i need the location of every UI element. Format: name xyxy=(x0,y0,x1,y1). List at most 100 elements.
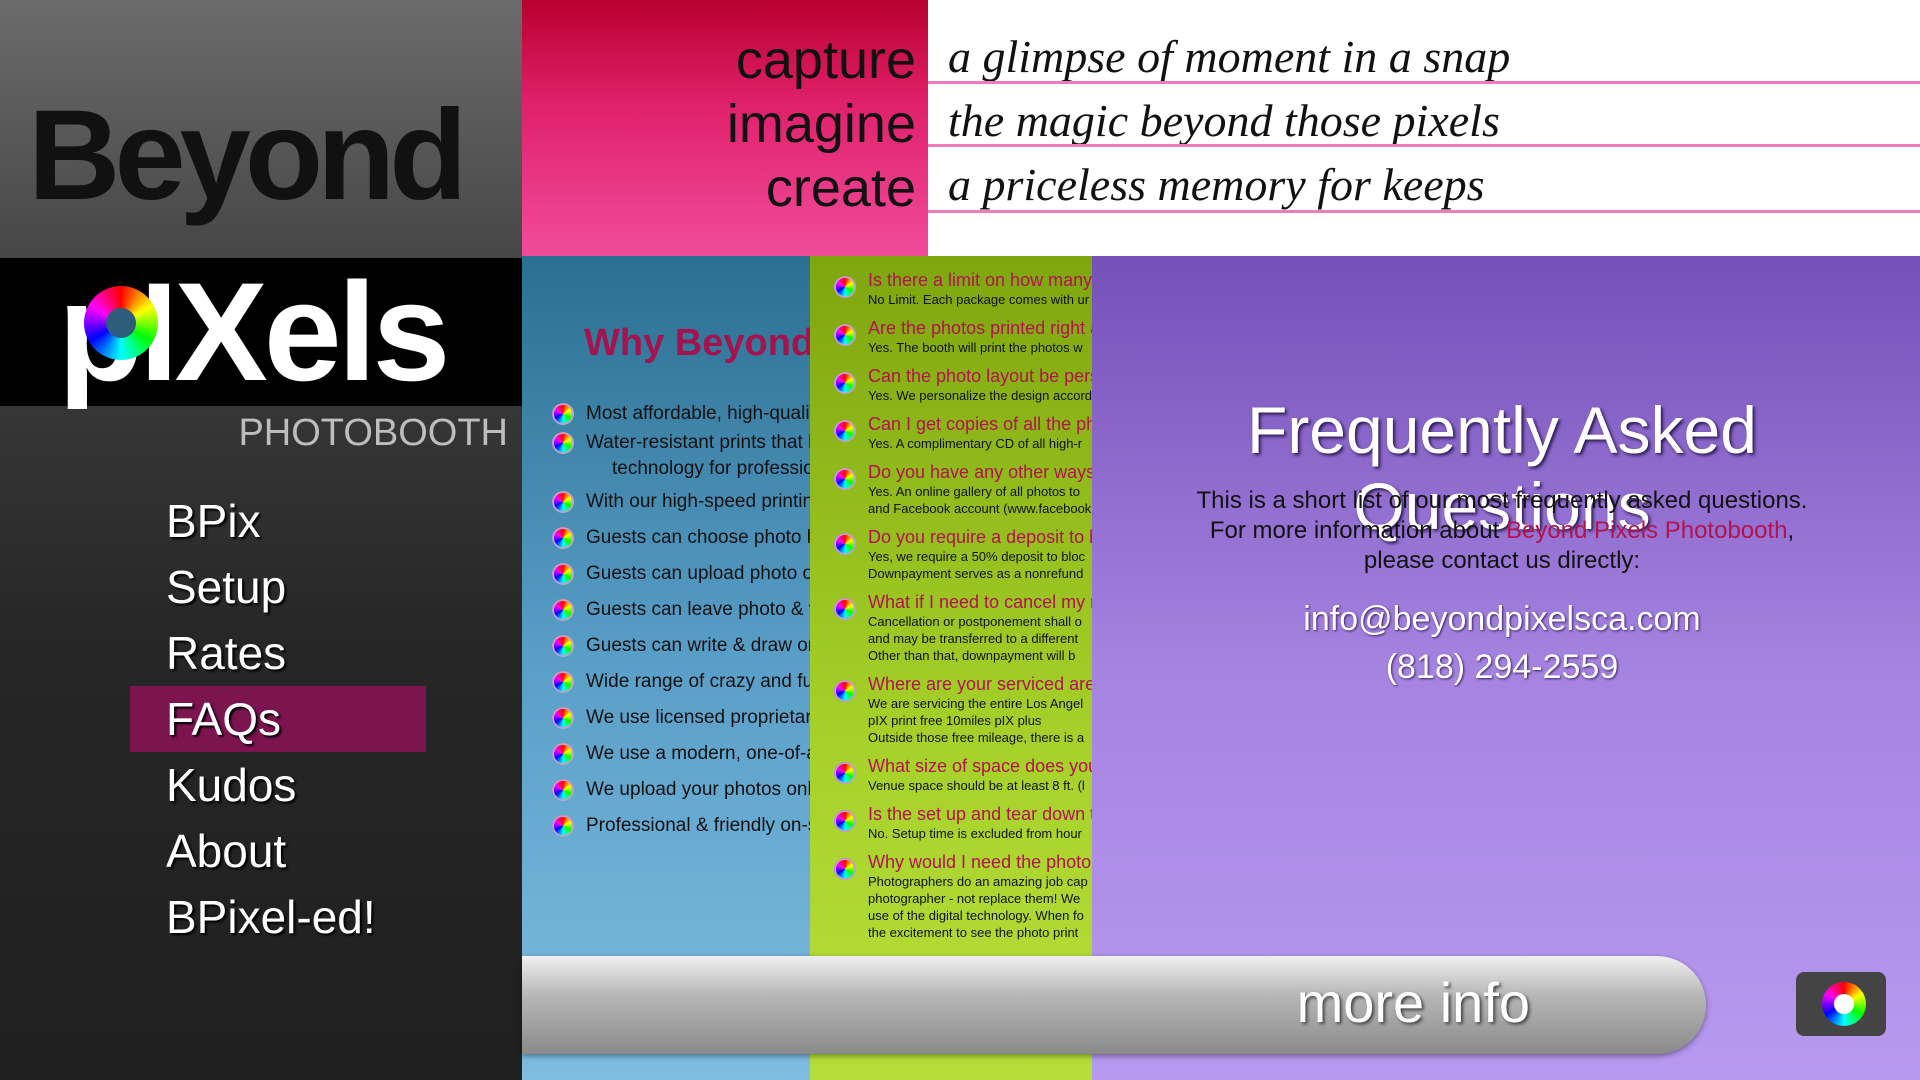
main-nav: BPix Setup Rates FAQs Kudos About BPixel… xyxy=(130,488,426,950)
list-item: Guests can choose photo lay xyxy=(552,520,810,556)
why-title: Why Beyond Pix xyxy=(584,322,810,364)
color-wheel-icon xyxy=(834,762,856,784)
list-item: Guests can upload photo or xyxy=(552,556,810,592)
faq-answer-line: Yes. We personalize the design accord xyxy=(868,388,1092,403)
header-word: imagine xyxy=(726,94,916,154)
list-item: With our high-speed printing xyxy=(552,484,810,520)
color-wheel-icon xyxy=(552,491,574,513)
header-tagline: a priceless memory for keeps xyxy=(948,159,1485,210)
list-item: Water-resistant prints that l xyxy=(552,432,810,454)
nav-item-bpixel-ed[interactable]: BPixel-ed! xyxy=(130,884,426,950)
contact-email[interactable]: info@beyondpixelsca.com xyxy=(1092,600,1912,639)
faq-list-item[interactable]: Is the set up and tear down ti No. Setup … xyxy=(834,804,1092,842)
color-wheel-icon xyxy=(834,680,856,702)
faq-answer-line: Other than that, downpayment will b xyxy=(868,648,1076,663)
color-wheel-icon xyxy=(552,599,574,621)
list-item: Most affordable, high-quality xyxy=(552,396,810,432)
header-tagline: a glimpse of moment in a snap xyxy=(948,31,1511,82)
header-words: capture imagine create xyxy=(727,28,916,220)
faq-question: Is the set up and tear down ti xyxy=(868,804,1092,824)
color-wheel-icon xyxy=(834,324,856,346)
color-wheel-icon xyxy=(84,286,158,360)
faq-question: Where are your serviced area xyxy=(868,674,1092,694)
faq-answer-line: Yes. A complimentary CD of all high-r xyxy=(868,436,1083,451)
nav-item-faqs[interactable]: FAQs xyxy=(130,686,426,752)
faq-answer-line: Yes, we require a 50% deposit to bloc xyxy=(868,549,1086,564)
list-item: Professional & friendly on-s xyxy=(552,808,810,844)
list-item: We use a modern, one-of-a-k xyxy=(552,736,810,772)
faq-answer-line: Outside those free mileage, there is a xyxy=(868,730,1085,745)
faq-answer-line: the excitement to see the photo print xyxy=(868,925,1079,940)
nav-item-rates[interactable]: Rates xyxy=(130,620,426,686)
faq-list-item[interactable]: Where are your serviced area We are servi… xyxy=(834,674,1092,746)
faq-question: What if I need to cancel my re xyxy=(868,592,1092,612)
nav-item-kudos[interactable]: Kudos xyxy=(130,752,426,818)
faq-question: Why would I need the photo b xyxy=(868,852,1092,872)
faq-list-item[interactable]: Do you require a deposit to bo Yes, we re… xyxy=(834,527,1092,582)
faq-list-item[interactable]: Are the photos printed right a Yes. The b… xyxy=(834,318,1092,356)
faq-answer-line: Cancellation or postponement shall o xyxy=(868,614,1082,629)
sidebar: Beyond pIXels PHOTOBOOTH BPix Setup Rate… xyxy=(0,0,522,1080)
faq-description-line: please contact us directly: xyxy=(1363,547,1641,574)
color-wheel-icon xyxy=(552,743,574,765)
faq-list-item[interactable]: Can I get copies of all the pho Yes. A co… xyxy=(834,414,1092,452)
list-item: Wide range of crazy and fun xyxy=(552,664,810,700)
nav-item-about[interactable]: About xyxy=(130,818,426,884)
color-wheel-icon xyxy=(552,815,574,837)
list-item: Guests can leave photo & vi xyxy=(552,592,810,628)
list-item: Guests can write & draw on xyxy=(552,628,810,664)
color-wheel-icon xyxy=(834,598,856,620)
camera-icon[interactable] xyxy=(1796,972,1886,1036)
faq-list-item[interactable]: What if I need to cancel my re Cancellati… xyxy=(834,592,1092,664)
faq-question: Do you require a deposit to bo xyxy=(868,527,1092,547)
faq-description-line: For more information about Beyond Pixels… xyxy=(1209,517,1795,544)
tagline-rule xyxy=(928,210,1920,213)
header-tagline: the magic beyond those pixels xyxy=(948,95,1500,146)
nav-item-setup[interactable]: Setup xyxy=(130,554,426,620)
color-wheel-icon xyxy=(552,707,574,729)
color-wheel-icon xyxy=(552,403,574,425)
faq-answer-line: We are servicing the entire Los Angel xyxy=(868,696,1084,711)
color-wheel-icon xyxy=(552,432,574,454)
nav-item-bpix[interactable]: BPix xyxy=(130,488,426,554)
header-word: capture xyxy=(735,30,916,90)
faq-answer-line: Venue space should be at least 8 ft. (l xyxy=(868,778,1085,793)
color-wheel-icon xyxy=(834,468,856,490)
faq-answer-line: No Limit. Each package comes with ur xyxy=(868,292,1090,307)
color-wheel-icon xyxy=(834,810,856,832)
color-wheel-icon xyxy=(552,671,574,693)
faq-list-item[interactable]: What size of space does your Venue space … xyxy=(834,756,1092,794)
logo-photobooth: PHOTOBOOTH xyxy=(238,412,508,454)
list-item: We use licensed proprietary xyxy=(552,700,810,736)
faq-question: Is there a limit on how many xyxy=(868,270,1092,290)
faq-answer-line: No. Setup time is excluded from hour xyxy=(868,826,1082,841)
faq-answer-line: Yes. The booth will print the photos w xyxy=(868,340,1083,355)
faq-answer-line: use of the digital technology. When fo xyxy=(868,908,1084,923)
more-info-label: more info xyxy=(1296,971,1530,1034)
camera-lens xyxy=(1822,982,1866,1026)
color-wheel-icon xyxy=(834,858,856,880)
faq-list-item[interactable]: Is there a limit on how many No Limit. Ea… xyxy=(834,270,1092,308)
faq-answer-line: Yes. An online gallery of all photos to xyxy=(868,484,1080,499)
faq-answer-line: Downpayment serves as a nonrefund xyxy=(868,566,1084,581)
list-item: We upload your photos onlin xyxy=(552,772,810,808)
faq-description: This is a short list of our most frequen… xyxy=(1092,486,1912,576)
why-list: Most affordable, high-quality Water-resi… xyxy=(552,396,810,844)
faq-list-item[interactable]: Do you have any other ways t Yes. An onli… xyxy=(834,462,1092,517)
tagline-rule xyxy=(928,144,1920,147)
faq-list-item[interactable]: Can the photo layout be perso Yes. We per… xyxy=(834,366,1092,404)
more-info-button[interactable]: more info xyxy=(522,956,1706,1054)
header-word: create xyxy=(765,158,916,218)
color-wheel-icon xyxy=(834,533,856,555)
contact-phone[interactable]: (818) 294-2559 xyxy=(1092,648,1912,687)
faq-question: Can the photo layout be perso xyxy=(868,366,1092,386)
brand-link[interactable]: Beyond Pixels Photobooth xyxy=(1506,517,1788,544)
faq-description-line: This is a short list of our most frequen… xyxy=(1196,487,1808,514)
faq-answer-line: Photographers do an amazing job cap xyxy=(868,874,1088,889)
faq-answer-line: and Facebook account (www.facebook xyxy=(868,501,1092,516)
color-wheel-icon xyxy=(552,527,574,549)
color-wheel-icon xyxy=(834,276,856,298)
faq-answer-line: photographer - not replace them! We xyxy=(868,891,1081,906)
faq-list-item[interactable]: Why would I need the photo b Photographer… xyxy=(834,852,1092,941)
faq-question: Are the photos printed right a xyxy=(868,318,1092,338)
